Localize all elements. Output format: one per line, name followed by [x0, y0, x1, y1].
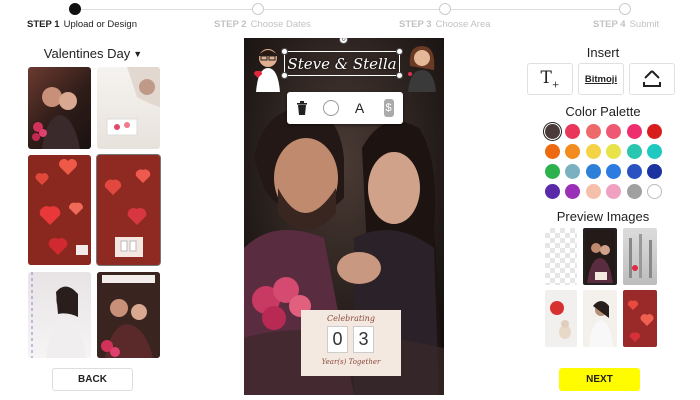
card-digit-1: 0 — [327, 326, 348, 353]
hearts-card-thumbnail-art — [97, 155, 160, 265]
color-swatch[interactable] — [626, 164, 642, 179]
color-palette-title: Color Palette — [565, 104, 641, 119]
color-swatch[interactable] — [647, 124, 662, 139]
resize-handle[interactable] — [281, 72, 288, 79]
preview-dog[interactable] — [545, 290, 577, 347]
step-1-number: STEP 1 — [27, 19, 60, 30]
template-thumbnail[interactable] — [28, 155, 91, 265]
step-1-dot — [69, 3, 81, 15]
step-3-label: Choose Area — [435, 19, 491, 30]
desk-photo-thumbnail-art — [106, 67, 160, 136]
preview-couple-art — [587, 243, 613, 283]
color-swatch[interactable] — [606, 164, 622, 179]
preview-images-title: Preview Images — [556, 209, 650, 224]
resize-handle[interactable] — [281, 48, 288, 55]
insert-bitmoji-button[interactable]: Bitmoji — [578, 63, 624, 95]
color-swatch[interactable] — [565, 184, 581, 199]
step-2-dot — [252, 3, 264, 15]
back-button[interactable]: BACK — [52, 368, 133, 391]
preview-woman[interactable] — [583, 290, 617, 347]
color-swatch[interactable] — [647, 184, 662, 199]
dollar-glyph: $ — [383, 99, 394, 117]
step-4-dot — [619, 3, 631, 15]
step-2-label: Choose Dates — [250, 19, 311, 30]
step-4-number: STEP 4 — [593, 19, 626, 30]
couple-photo-thumbnail-art — [32, 87, 80, 149]
template-thumbnail[interactable] — [28, 67, 91, 149]
color-swatch[interactable] — [585, 164, 601, 179]
card-line-2: Year(s) Together — [321, 358, 381, 366]
resize-handle[interactable] — [396, 48, 403, 55]
color-swatch[interactable] — [565, 124, 581, 139]
color-swatch[interactable] — [585, 124, 601, 139]
step-3-number: STEP 3 — [399, 19, 432, 30]
color-swatch[interactable] — [606, 144, 622, 159]
color-swatch[interactable] — [565, 144, 581, 159]
caret-down-icon: ▼ — [133, 49, 143, 59]
template-thumbnail[interactable] — [97, 67, 160, 149]
hearts-thumbnail-art — [28, 155, 91, 265]
trash-icon-glyph — [296, 101, 307, 115]
progress-stepper: STEP 1 Upload or Design STEP 2 Choose Date… — [0, 0, 700, 36]
text-sticker-selected[interactable]: Steve & Stella — [284, 51, 400, 76]
color-swatch[interactable] — [626, 144, 642, 159]
design-canvas[interactable]: Steve & Stella ↻ A $ Celebrating 0 3 Yea… — [244, 38, 444, 395]
preview-grayscale[interactable] — [623, 228, 657, 285]
text-sticker-content[interactable]: Steve & Stella — [287, 55, 396, 73]
color-swatch[interactable] — [545, 144, 560, 159]
card-line-1: Celebrating — [327, 314, 375, 323]
resize-handle[interactable] — [396, 72, 403, 79]
card-digit-2: 3 — [353, 326, 374, 353]
preview-dog-art — [550, 301, 571, 339]
preview-gray-art — [629, 234, 652, 278]
bitmoji-sticker-left[interactable] — [252, 46, 284, 92]
color-swatch-selected[interactable] — [545, 124, 560, 139]
color-swatch[interactable] — [545, 164, 560, 179]
insert-title: Insert — [586, 45, 620, 60]
upload-icon — [643, 70, 661, 87]
text-insert-icon: T+ — [540, 67, 560, 91]
color-swatch[interactable] — [545, 184, 560, 199]
template-thumbnail[interactable] — [97, 272, 160, 358]
color-swatch[interactable] — [585, 144, 601, 159]
template-thumbnail-selected[interactable] — [97, 155, 160, 265]
color-swatch[interactable] — [606, 124, 622, 139]
preview-selected[interactable] — [583, 228, 617, 285]
couple-banner-thumbnail-art — [97, 272, 160, 358]
outline-circle-icon[interactable] — [321, 98, 341, 118]
step-3-dot — [439, 3, 451, 15]
template-thumbnail[interactable] — [28, 272, 91, 358]
bitmoji-label: Bitmoji — [584, 73, 618, 85]
step-2-number: STEP 2 — [214, 19, 247, 30]
color-swatch[interactable] — [626, 184, 642, 199]
preview-hearts[interactable] — [623, 290, 657, 347]
color-swatch[interactable] — [585, 184, 601, 199]
bitmoji-sticker-right[interactable] — [404, 44, 438, 92]
preview-woman-art — [589, 301, 613, 347]
step-4-label: Submit — [629, 19, 660, 30]
preview-transparent[interactable] — [545, 228, 577, 285]
color-swatch[interactable] — [565, 164, 581, 179]
trash-icon[interactable] — [292, 98, 312, 118]
theme-dropdown-value: Valentines Day — [43, 46, 131, 61]
anniversary-card-sticker[interactable]: Celebrating 0 3 Year(s) Together — [301, 310, 401, 376]
color-swatch[interactable] — [647, 144, 662, 159]
dollar-icon[interactable]: $ — [379, 98, 399, 118]
font-icon[interactable]: A — [350, 98, 370, 118]
insert-upload-button[interactable] — [629, 63, 675, 95]
sticker-toolbar: A $ — [287, 92, 403, 124]
color-swatch[interactable] — [606, 184, 622, 199]
insert-text-button[interactable]: T+ — [527, 63, 573, 95]
step-1-label: Upload or Design — [63, 19, 137, 30]
next-button[interactable]: NEXT — [559, 368, 640, 391]
color-swatch[interactable] — [626, 124, 642, 139]
woman-phone-thumbnail-art — [31, 272, 86, 358]
color-swatch[interactable] — [647, 164, 662, 179]
theme-dropdown[interactable]: Valentines Day ▼ — [0, 46, 186, 61]
preview-hearts-art — [627, 300, 654, 342]
stepper-line — [75, 9, 625, 10]
